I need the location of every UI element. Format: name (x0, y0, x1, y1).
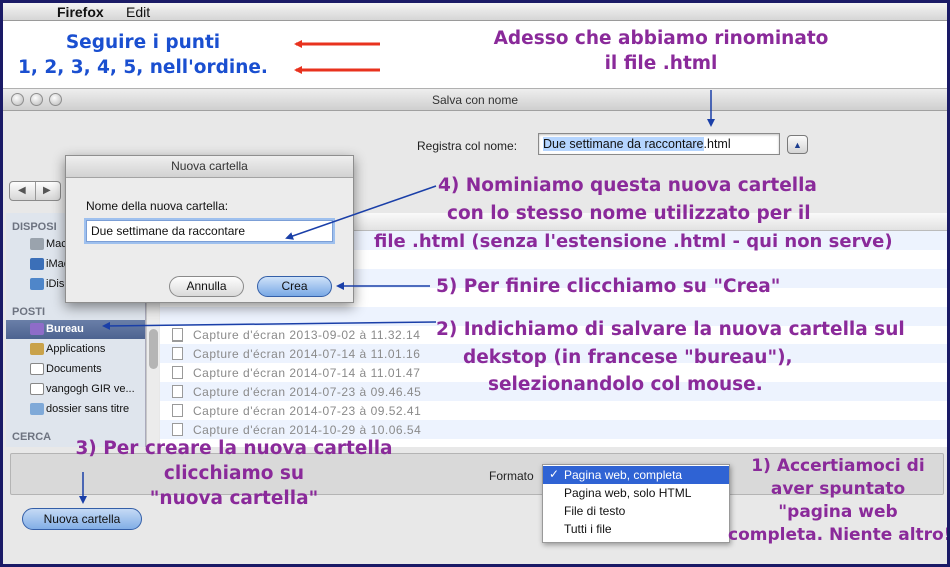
format-option-all-files[interactable]: Tutti i file (543, 520, 729, 538)
new-folder-dialog-title: Nuova cartella (66, 156, 353, 178)
image-file-icon (172, 404, 183, 417)
folder-name-field[interactable]: Due settimane da raccontare (86, 220, 333, 242)
scroll-thumb[interactable] (149, 329, 158, 369)
cancel-button[interactable]: Annulla (169, 276, 244, 297)
checkmark-icon: ✓ (549, 467, 560, 481)
note-renamed: Adesso che abbiamo rinominato il file .h… (493, 28, 829, 74)
back-arrow-icon[interactable]: ◀ (18, 185, 26, 196)
note-step2-line1: 2) Indichiamo di salvare la nuova cartel… (436, 319, 905, 340)
menu-edit[interactable]: Edit (126, 4, 150, 20)
note-step2-line3: selezionandolo col mouse. (488, 374, 763, 395)
document-icon (30, 383, 44, 395)
note-step4-line3: file .html (senza l'estensione .html - q… (374, 231, 893, 252)
document-icon (30, 363, 44, 375)
image-file-icon (172, 328, 183, 341)
save-as-selected-text: Due settimane da raccontare (543, 137, 704, 151)
image-file-icon (172, 385, 183, 398)
forward-arrow-icon[interactable]: ▶ (43, 185, 51, 196)
desktop-icon (30, 323, 44, 335)
sidebar-item-documents[interactable]: Documents (6, 360, 145, 379)
format-label: Formato (489, 469, 534, 483)
hard-disk-icon (30, 238, 44, 250)
sidebar-section-devices: DISPOSI (12, 221, 57, 233)
create-button[interactable]: Crea (257, 276, 332, 297)
note-step3: 3) Per creare la nuova cartella clicchia… (75, 438, 393, 509)
menu-bar: Firefox Edit (3, 3, 947, 21)
note-step2-line2: dekstop (in francese "bureau"), (463, 347, 793, 368)
table-row[interactable]: Capture d'écran 2014-07-23 à 09.52.41 (160, 401, 947, 420)
new-folder-dialog: Nuova cartella Nome della nuova cartella… (65, 155, 354, 303)
folder-icon (30, 403, 44, 415)
sidebar-item-vangogh[interactable]: vangogh GIR ve... (6, 380, 145, 399)
note-step1: 1) Accertiamoci di aver spuntato "pagina… (728, 456, 950, 545)
note-step5: 5) Per finire clicchiamo su "Crea" (436, 276, 781, 297)
imac-icon (30, 258, 44, 270)
folder-name-label: Nome della nuova cartella: (86, 199, 229, 213)
save-as-label: Registra col nome: (417, 139, 518, 153)
window-title: Salva con nome (431, 93, 519, 107)
format-option-complete[interactable]: ✓ Pagina web, completa (543, 466, 729, 484)
menu-firefox[interactable]: Firefox (57, 4, 104, 20)
image-file-icon (172, 347, 183, 360)
sidebar-item-bureau[interactable]: Bureau (6, 320, 145, 339)
image-file-icon (172, 423, 183, 436)
format-option-html-only[interactable]: Pagina web, solo HTML (543, 484, 729, 502)
format-dropdown-menu[interactable]: ✓ Pagina web, completa Pagina web, solo … (542, 464, 730, 543)
save-as-extension: .html (703, 137, 731, 151)
idisk-icon (30, 278, 44, 290)
format-option-text[interactable]: File di testo (543, 502, 729, 520)
expand-dialog-button[interactable]: ▲ (787, 135, 808, 154)
note-step4-line2: con lo stesso nome utilizzato per il (447, 203, 811, 224)
note-intro: Seguire i punti 1, 2, 3, 4, 5, nell'ordi… (18, 32, 268, 78)
applications-icon (30, 343, 44, 355)
window-titlebar: Salva con nome (3, 89, 947, 111)
sidebar-section-places: POSTI (12, 306, 46, 318)
back-forward-buttons[interactable]: ◀ ▶ (9, 181, 61, 201)
image-file-icon (172, 366, 183, 379)
sidebar-item-applications[interactable]: Applications (6, 340, 145, 359)
new-folder-button[interactable]: Nuova cartella (22, 508, 142, 530)
save-as-field[interactable]: Due settimane da raccontare.html (538, 133, 780, 155)
note-step4-line1: 4) Nominiamo questa nuova cartella (438, 175, 817, 196)
sidebar-item-dossier[interactable]: dossier sans titre (6, 400, 145, 419)
